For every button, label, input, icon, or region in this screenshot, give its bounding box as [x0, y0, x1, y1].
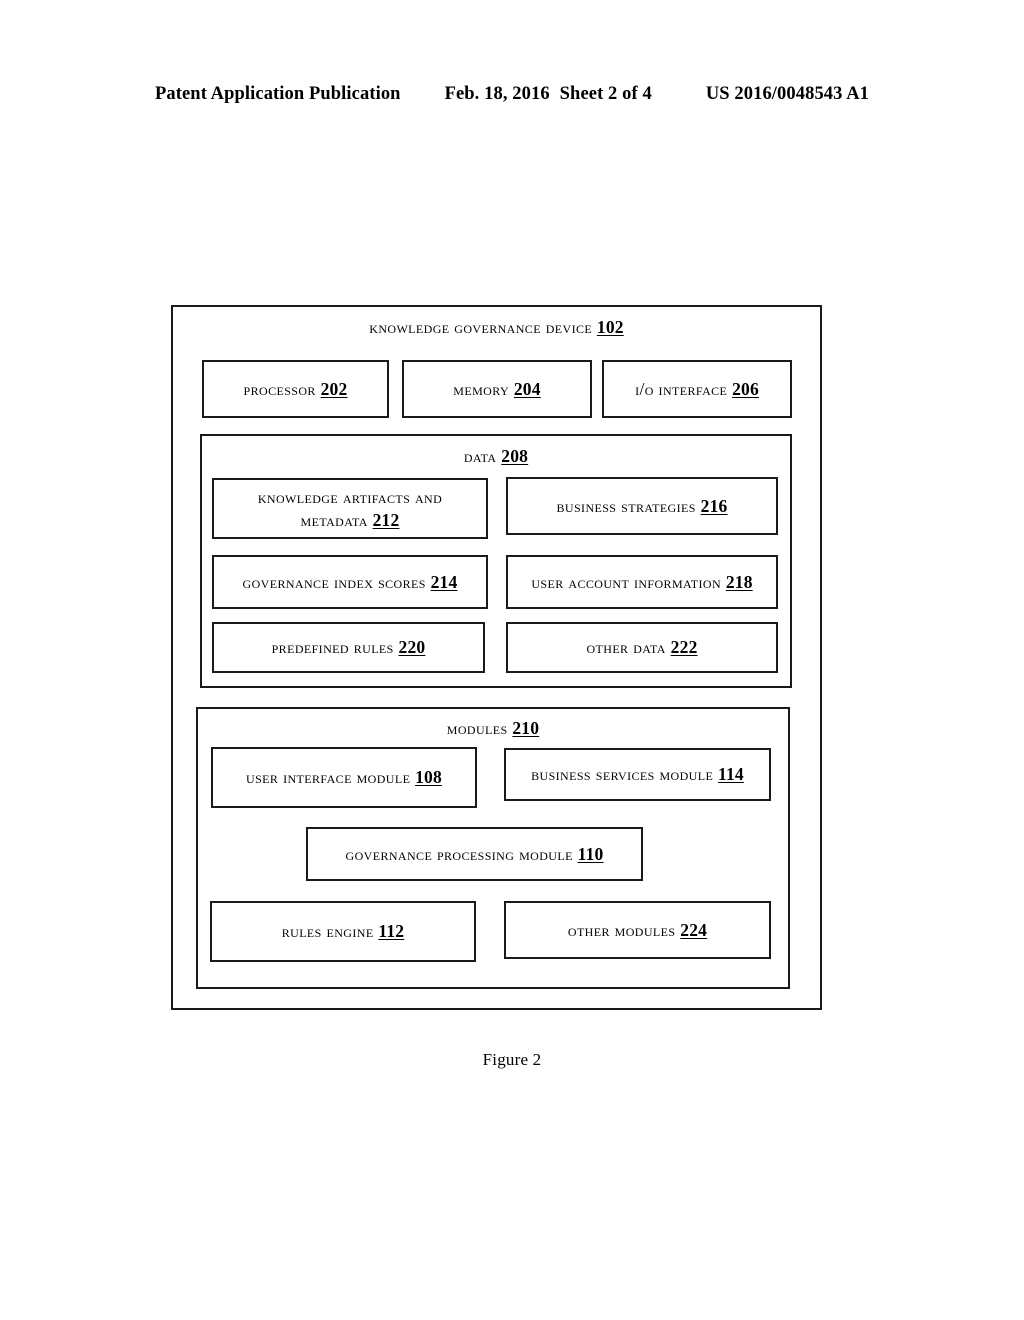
user-interface-module-label: User Interface Module	[246, 767, 411, 788]
memory-box: Memory 204	[402, 360, 592, 418]
modules-section-title: Modules 210	[198, 717, 788, 739]
governance-index-scores-ref: 214	[430, 571, 458, 592]
modules-section-title-ref: 210	[512, 718, 540, 738]
data-section-title-ref: 208	[501, 446, 529, 466]
other-modules-label: Other Modules	[567, 919, 676, 940]
memory-ref: 204	[513, 378, 541, 399]
other-modules-box: Other Modules 224	[504, 901, 771, 959]
rules-engine-box: Rules Engine 112	[210, 901, 476, 962]
io-interface-ref: 206	[732, 378, 759, 399]
user-account-information-box: User Account Information 218	[506, 555, 778, 609]
device-title: Knowledge Governance Device 102	[173, 316, 820, 338]
other-data-label: Other Data	[586, 637, 666, 658]
header-patent-number: US 2016/0048543 A1	[705, 84, 870, 104]
governance-index-scores-box: Governance Index Scores 214	[212, 555, 488, 609]
patent-header: Patent Application Publication Feb. 18, …	[0, 84, 1024, 105]
business-services-module-ref: 114	[717, 764, 744, 785]
governance-processing-module-box: Governance Processing Module 110	[306, 827, 643, 881]
other-data-ref: 222	[670, 637, 698, 658]
user-interface-module-box: User Interface Module 108	[211, 747, 477, 808]
processor-box: Processor 202	[202, 360, 389, 418]
business-strategies-label: Business Strategies	[556, 495, 696, 516]
figure-caption: Figure 2	[482, 1050, 542, 1069]
other-modules-ref: 224	[680, 919, 708, 940]
header-sheet-number: Sheet 2 of 4	[559, 84, 652, 104]
business-services-module-label: Business Services Module	[531, 764, 714, 785]
knowledge-artifacts-metadata-label-line1: Knowledge Artifacts and	[257, 487, 443, 508]
knowledge-artifacts-metadata-label-line2: Metadata	[300, 509, 368, 530]
knowledge-artifacts-metadata-ref: 212	[372, 509, 400, 530]
governance-index-scores-label: Governance Index Scores	[242, 571, 426, 592]
user-account-information-ref: 218	[725, 571, 753, 592]
predefined-rules-label: Predefined Rules	[271, 637, 394, 658]
modules-section-title-text: Modules	[446, 718, 508, 738]
data-section-title: Data 208	[202, 445, 790, 467]
governance-processing-module-label: Governance Processing Module	[345, 843, 573, 864]
user-account-information-label: User Account Information	[531, 571, 722, 592]
processor-ref: 202	[320, 378, 348, 399]
other-data-box: Other Data 222	[506, 622, 778, 673]
knowledge-artifacts-metadata-box: Knowledge Artifacts and Metadata 212	[212, 478, 488, 539]
business-strategies-box: Business Strategies 216	[506, 477, 778, 535]
predefined-rules-ref: 220	[398, 637, 426, 658]
rules-engine-ref: 112	[378, 921, 405, 942]
governance-processing-module-ref: 110	[577, 843, 604, 864]
header-publication-title: Patent Application Publication	[154, 84, 401, 104]
memory-label: Memory	[453, 378, 510, 399]
rules-engine-label: Rules Engine	[281, 921, 374, 942]
io-interface-box: I/O Interface 206	[602, 360, 792, 418]
business-services-module-box: Business Services Module 114	[504, 748, 771, 801]
io-interface-label: I/O Interface	[635, 378, 728, 399]
user-interface-module-ref: 108	[415, 767, 442, 788]
data-section-title-text: Data	[463, 446, 497, 466]
device-title-ref: 102	[596, 317, 624, 337]
header-date: Feb. 18, 2016	[444, 84, 550, 104]
processor-label: Processor	[243, 378, 316, 399]
device-title-text: Knowledge Governance Device	[369, 317, 593, 337]
business-strategies-ref: 216	[700, 495, 728, 516]
predefined-rules-box: Predefined Rules 220	[212, 622, 485, 673]
